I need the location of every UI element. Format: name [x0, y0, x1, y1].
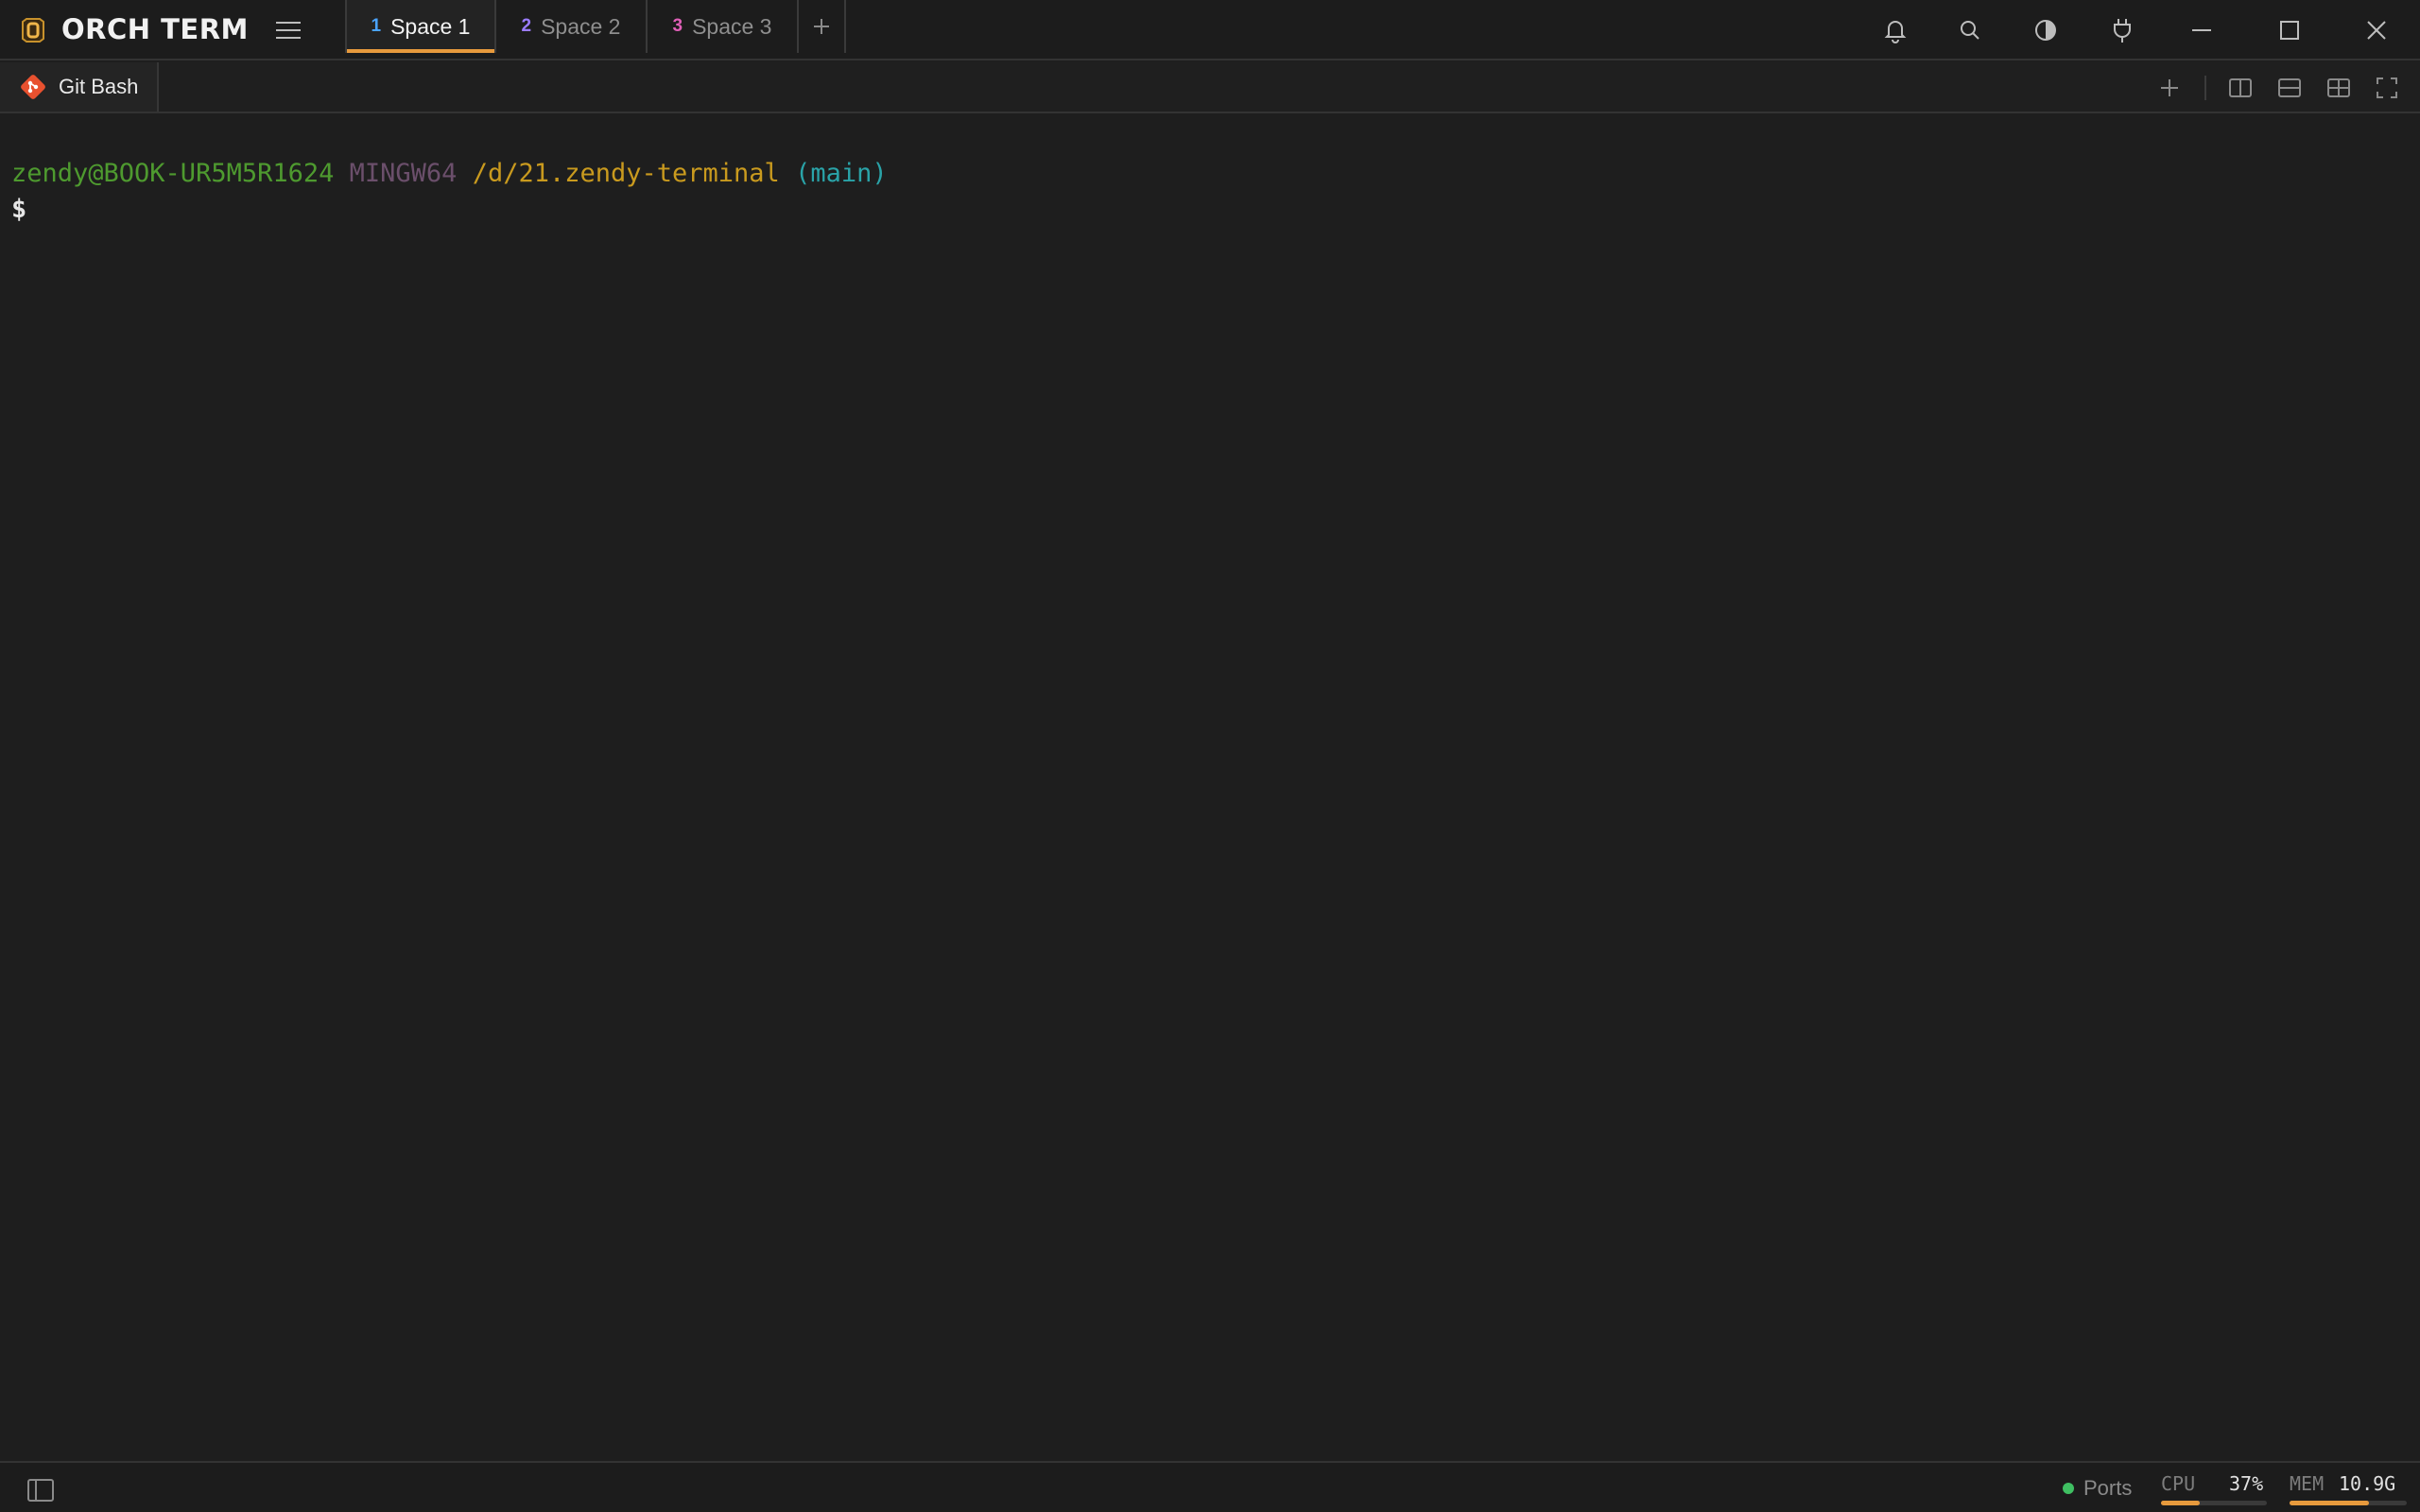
space-number: 1 [371, 16, 382, 36]
minimize-button[interactable] [2187, 15, 2217, 45]
tab-space-3[interactable]: 3 Space 3 [648, 0, 799, 53]
space-label: Space 3 [692, 13, 772, 39]
plus-icon [814, 19, 829, 34]
space-label: Space 1 [390, 13, 471, 39]
space-label: Space 2 [541, 13, 621, 39]
pane-tab-bar: Git Bash [0, 62, 2420, 113]
hamburger-icon [276, 22, 301, 39]
split-horizontal-icon [2278, 78, 2301, 97]
close-icon [2367, 21, 2386, 40]
ports-label: Ports [2083, 1476, 2133, 1500]
split-horizontal-button[interactable] [2275, 74, 2304, 102]
prompt-path: /d/21.zendy-terminal [472, 159, 780, 188]
plug-icon [2114, 19, 2131, 43]
prompt-user-host: zendy@BOOK-UR5M5R1624 [11, 159, 335, 188]
mem-bar-fill [2290, 1501, 2370, 1505]
cpu-bar [2161, 1501, 2267, 1505]
mem-value: 10.9G [2339, 1472, 2395, 1495]
pane-tab-git-bash[interactable]: Git Bash [0, 62, 159, 112]
git-icon [21, 75, 45, 99]
app-title: ORCH TERM [61, 13, 249, 45]
prompt-line: zendy@BOOK-UR5M5R1624 MINGW64 /d/21.zend… [11, 159, 888, 188]
mem-label: MEM [2290, 1472, 2325, 1495]
toolbar-divider [2204, 76, 2206, 100]
pane-tab-label: Git Bash [59, 75, 139, 98]
menu-button[interactable] [274, 16, 302, 44]
theme-toggle-button[interactable] [2031, 15, 2061, 45]
mem-bar [2290, 1501, 2407, 1505]
plus-icon [2161, 79, 2178, 96]
grid-icon [2327, 78, 2350, 97]
tab-space-1[interactable]: 1 Space 1 [345, 0, 496, 53]
status-bar: Ports CPU 37% MEM 10.9G [0, 1461, 2420, 1512]
cpu-bar-fill [2161, 1501, 2201, 1505]
cpu-label: CPU [2161, 1472, 2196, 1495]
terminal-output[interactable]: zendy@BOOK-UR5M5R1624 MINGW64 /d/21.zend… [0, 115, 2420, 1461]
space-number: 2 [521, 16, 532, 36]
space-tabs: 1 Space 1 2 Space 2 3 Space 3 [345, 0, 846, 53]
split-vertical-icon [2229, 78, 2252, 97]
split-vertical-button[interactable] [2226, 74, 2255, 102]
add-space-button[interactable] [799, 0, 846, 53]
cpu-metric: CPU [2161, 1472, 2195, 1495]
title-bar: ORCH TERM 1 Space 1 2 Space 2 3 Space 3 [0, 0, 2420, 60]
maximize-icon [2280, 21, 2299, 40]
cpu-value-text: 37% [2229, 1472, 2264, 1495]
bell-icon [1884, 21, 1907, 43]
orch-logo-icon [22, 18, 44, 43]
maximize-button[interactable] [2274, 15, 2305, 45]
prompt-symbol: $ [11, 195, 27, 224]
cpu-value: 37% [2229, 1472, 2263, 1495]
sidebar-toggle-icon[interactable] [26, 1478, 55, 1503]
prompt-branch: (main) [795, 159, 888, 188]
contrast-icon [2035, 20, 2056, 41]
search-button[interactable] [1955, 15, 1985, 45]
ports-indicator[interactable]: Ports [2063, 1476, 2132, 1501]
prompt-system: MINGW64 [349, 159, 458, 188]
minimize-icon [2192, 29, 2211, 31]
fullscreen-button[interactable] [2373, 74, 2401, 102]
new-pane-button[interactable] [2155, 74, 2184, 102]
mem-metric: MEM [2290, 1472, 2324, 1495]
grid-layout-button[interactable] [2325, 74, 2353, 102]
search-icon [1961, 21, 1979, 40]
plugins-button[interactable] [2107, 15, 2137, 45]
tab-space-2[interactable]: 2 Space 2 [496, 0, 648, 53]
status-dot [2063, 1483, 2074, 1494]
space-number: 3 [672, 16, 683, 36]
fullscreen-icon [2377, 77, 2397, 98]
notifications-button[interactable] [1880, 15, 1910, 45]
close-window-button[interactable] [2361, 15, 2392, 45]
mem-value-text: 10.9G [2339, 1472, 2396, 1495]
